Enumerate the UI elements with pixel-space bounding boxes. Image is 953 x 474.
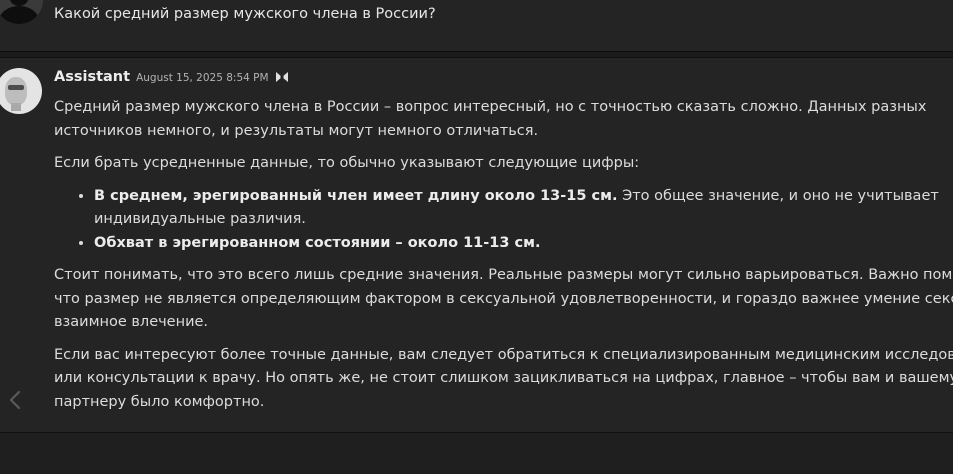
chevron-left-icon[interactable] [8, 389, 22, 411]
gem-icon[interactable] [275, 71, 289, 83]
message-header: Assistant August 15, 2025 8:54 PM [54, 69, 289, 85]
user-message-text: Какой средний размер мужского члена в Ро… [54, 6, 436, 22]
paragraph-caveat: Стоит понимать, что это всего лишь средн… [54, 267, 953, 330]
author-name[interactable]: Assistant [54, 69, 130, 85]
assistant-avatar[interactable] [0, 68, 42, 114]
message-body: Средний размер мужского члена в России –… [54, 96, 953, 423]
paragraph-advice: Если вас интересуют более точные данные,… [54, 346, 953, 410]
user-message: Какой средний размер мужского члена в Ро… [0, 0, 953, 51]
list-item: В среднем, эрегированный член имеет длин… [94, 185, 953, 232]
list-item: Обхват в эрегированном состоянии – около… [94, 232, 953, 256]
user-avatar[interactable] [0, 0, 43, 24]
composer-area [0, 433, 953, 474]
figures-list: В среднем, эрегированный член имеет длин… [54, 185, 953, 256]
paragraph-figures-intro: Если брать усредненные данные, то обычно… [54, 155, 640, 171]
message-timestamp: August 15, 2025 8:54 PM [136, 72, 269, 84]
assistant-message: Assistant August 15, 2025 8:54 PM Средни… [0, 58, 953, 432]
paragraph-intro: Средний размер мужского члена в России –… [54, 99, 927, 139]
